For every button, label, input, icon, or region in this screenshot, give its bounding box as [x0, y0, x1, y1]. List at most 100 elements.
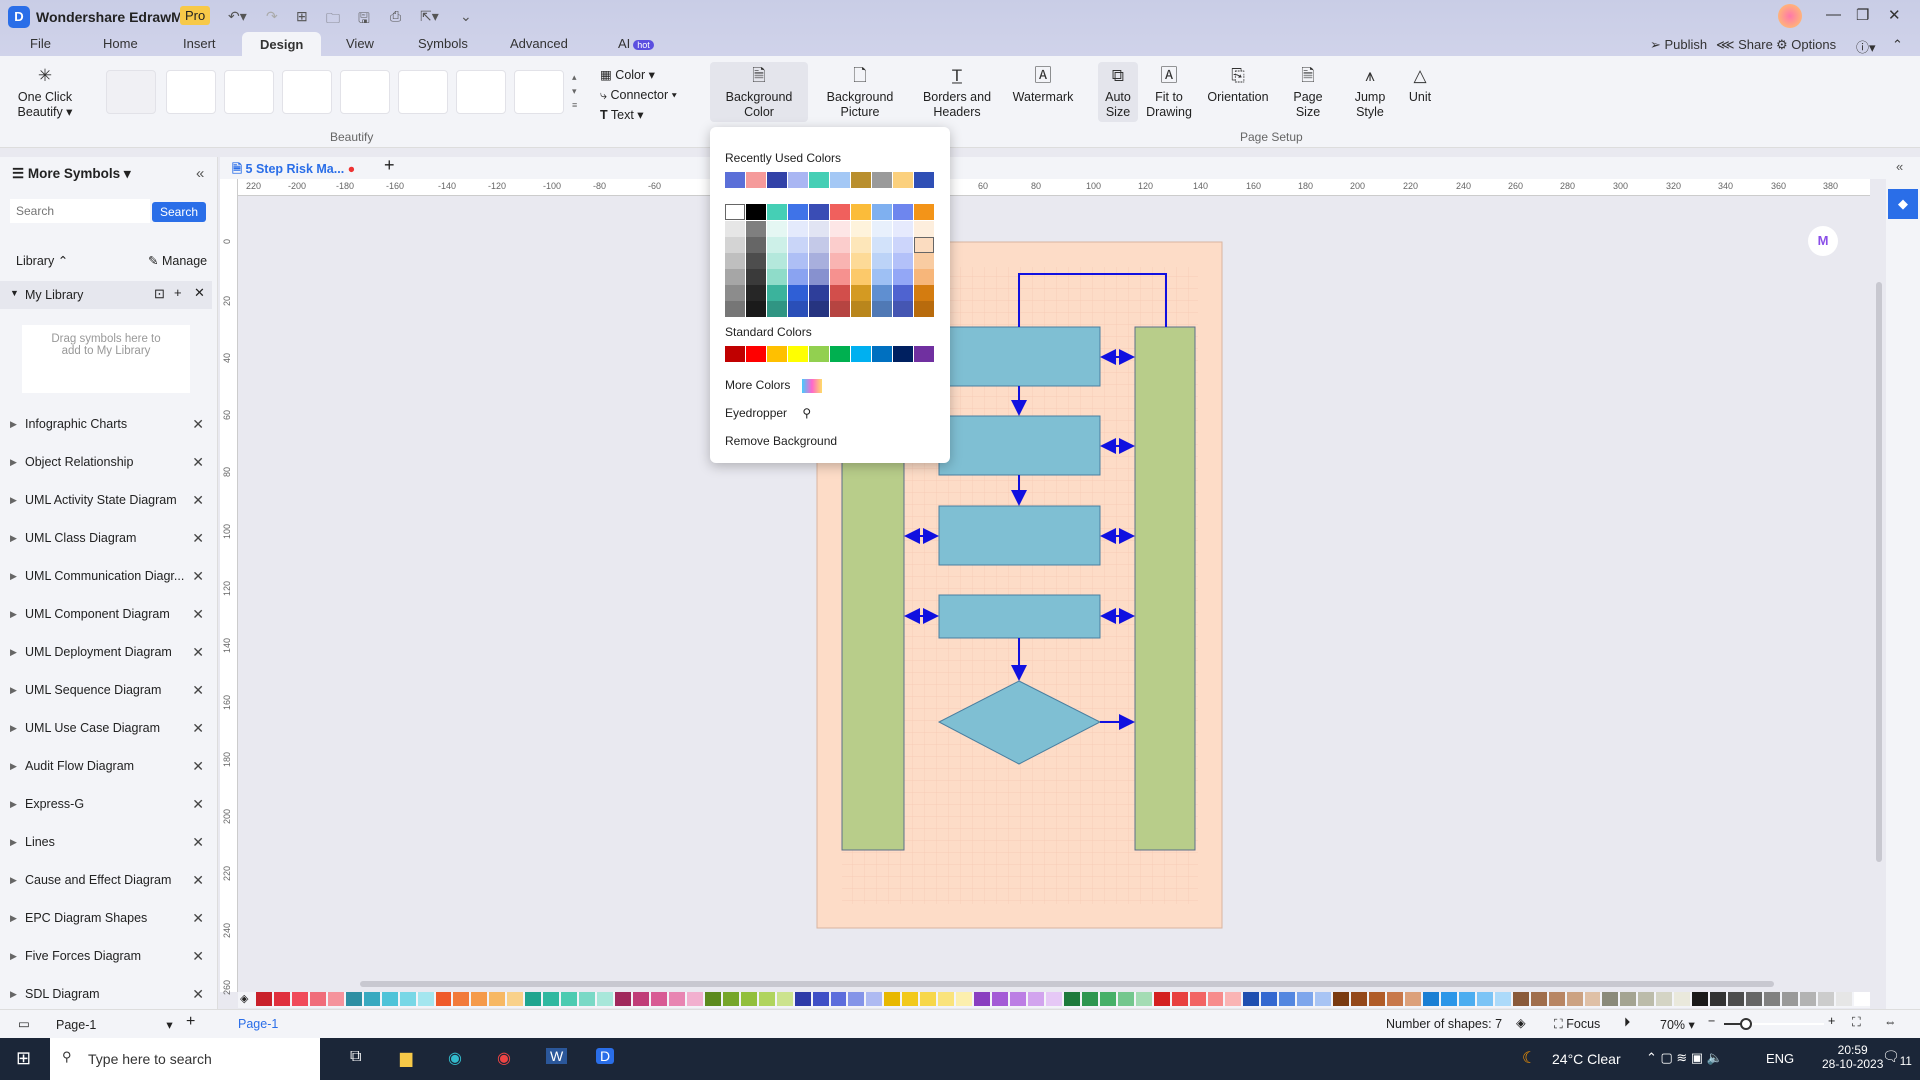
palette-color-swatch[interactable]: [1117, 992, 1134, 1006]
theme-color-swatch[interactable]: [893, 301, 913, 317]
share-button[interactable]: ⋘ Share: [1716, 37, 1773, 53]
library-category[interactable]: ▶ UML Sequence Diagram ✕: [0, 675, 216, 705]
tab-symbols[interactable]: Symbols: [418, 36, 468, 51]
beautify-style-2[interactable]: [166, 70, 216, 114]
palette-color-swatch[interactable]: [507, 992, 524, 1006]
library-category[interactable]: ▶ Audit Flow Diagram ✕: [0, 751, 216, 781]
theme-color-swatch[interactable]: [767, 269, 787, 285]
fill-bucket-icon[interactable]: ◈: [240, 992, 248, 1005]
theme-color-swatch[interactable]: [809, 269, 829, 285]
library-category[interactable]: ▶ Five Forces Diagram ✕: [0, 941, 216, 971]
palette-color-swatch[interactable]: [471, 992, 488, 1006]
open-icon[interactable]: 🗀: [326, 8, 340, 32]
library-category[interactable]: ▶ UML Communication Diagr... ✕: [0, 561, 216, 591]
watermark-button[interactable]: 🄰 Watermark: [1010, 67, 1076, 105]
theme-color-swatch[interactable]: [830, 221, 850, 237]
theme-color-swatch[interactable]: [809, 237, 829, 253]
close-category-icon[interactable]: ✕: [192, 827, 204, 857]
theme-color-swatch[interactable]: [767, 253, 787, 269]
theme-color-swatch[interactable]: [830, 204, 850, 220]
theme-color-swatch[interactable]: [767, 221, 787, 237]
fit-to-drawing-button[interactable]: 🄰 Fit to Drawing: [1144, 67, 1194, 120]
theme-color-swatch[interactable]: [893, 269, 913, 285]
palette-color-swatch[interactable]: [1171, 992, 1188, 1006]
theme-color-swatch[interactable]: [851, 285, 871, 301]
theme-color-swatch[interactable]: [872, 237, 892, 253]
undo-icon[interactable]: ↶▾: [228, 8, 247, 25]
palette-color-swatch[interactable]: [1207, 992, 1224, 1006]
standard-color-swatch[interactable]: [746, 346, 766, 362]
close-category-icon[interactable]: ✕: [192, 561, 204, 591]
theme-color-swatch[interactable]: [914, 253, 934, 269]
theme-color-swatch[interactable]: [725, 204, 745, 220]
file-explorer-icon[interactable]: ▆: [400, 1048, 412, 1068]
close-category-icon[interactable]: ✕: [192, 713, 204, 743]
palette-color-swatch[interactable]: [1782, 992, 1798, 1006]
palette-color-swatch[interactable]: [1853, 992, 1870, 1006]
theme-color-swatch[interactable]: [809, 204, 829, 220]
beautify-style-4[interactable]: [282, 70, 332, 114]
theme-color-swatch[interactable]: [893, 237, 913, 253]
chrome-icon[interactable]: ◉: [497, 1048, 511, 1068]
palette-color-swatch[interactable]: [1728, 992, 1745, 1006]
theme-color-swatch[interactable]: [893, 285, 913, 301]
add-tab-icon[interactable]: +: [384, 155, 395, 176]
theme-color-swatch[interactable]: [746, 237, 766, 253]
palette-color-swatch[interactable]: [615, 992, 632, 1006]
theme-color-swatch[interactable]: [809, 253, 829, 269]
taskbar-search[interactable]: ⚲ Type here to search: [50, 1038, 320, 1080]
close-category-icon[interactable]: ✕: [192, 523, 204, 553]
export-icon[interactable]: ⇱▾: [420, 8, 439, 25]
palette-color-swatch[interactable]: [1764, 992, 1781, 1006]
format-panel-icon[interactable]: ◆: [1888, 189, 1918, 219]
palette-color-swatch[interactable]: [525, 992, 542, 1006]
palette-color-swatch[interactable]: [1153, 992, 1170, 1006]
minimize-icon[interactable]: —: [1826, 6, 1841, 23]
fit-width-icon[interactable]: ⇔: [1884, 1015, 1897, 1029]
theme-color-swatch[interactable]: [872, 204, 892, 220]
recent-color-swatch[interactable]: [788, 172, 808, 188]
right-lane[interactable]: [1134, 326, 1196, 851]
theme-color-swatch[interactable]: [746, 285, 766, 301]
theme-color-swatch[interactable]: [893, 221, 913, 237]
palette-color-swatch[interactable]: [1351, 992, 1368, 1006]
beautify-style-5[interactable]: [340, 70, 390, 114]
theme-color-swatch[interactable]: [809, 301, 829, 317]
theme-color-swatch[interactable]: [830, 237, 850, 253]
palette-color-swatch[interactable]: [1279, 992, 1296, 1006]
close-category-icon[interactable]: ✕: [192, 979, 204, 1009]
recent-color-swatch[interactable]: [830, 172, 850, 188]
theme-color-swatch[interactable]: [851, 269, 871, 285]
palette-color-swatch[interactable]: [1261, 992, 1278, 1006]
library-category[interactable]: ▶ UML Use Case Diagram ✕: [0, 713, 216, 743]
recent-color-swatch[interactable]: [851, 172, 871, 188]
collapse-ribbon-icon[interactable]: ⌃: [1892, 37, 1903, 53]
process-step-4[interactable]: [938, 594, 1101, 639]
windows-start-icon[interactable]: ⊞: [16, 1048, 31, 1069]
restore-icon[interactable]: ❐: [1856, 6, 1869, 24]
beautify-style-1[interactable]: [106, 70, 156, 114]
palette-color-swatch[interactable]: [363, 992, 380, 1006]
palette-color-swatch[interactable]: [830, 992, 847, 1006]
palette-color-swatch[interactable]: [740, 992, 757, 1006]
library-category[interactable]: ▶ Lines ✕: [0, 827, 216, 857]
theme-color-swatch[interactable]: [872, 253, 892, 269]
theme-color-swatch[interactable]: [767, 204, 787, 220]
process-step-2[interactable]: [938, 415, 1101, 476]
more-symbols-title[interactable]: ☰ More Symbols ▾: [12, 166, 131, 182]
palette-color-swatch[interactable]: [1494, 992, 1511, 1006]
theme-color-swatch[interactable]: [725, 253, 745, 269]
my-library-dropzone[interactable]: Drag symbols here to add to My Library: [22, 325, 190, 393]
palette-color-swatch[interactable]: [794, 992, 811, 1006]
library-category[interactable]: ▶ EPC Diagram Shapes ✕: [0, 903, 216, 933]
palette-color-swatch[interactable]: [1674, 992, 1691, 1006]
recent-color-swatch[interactable]: [767, 172, 787, 188]
theme-color-swatch[interactable]: [725, 237, 745, 253]
standard-color-swatch[interactable]: [767, 346, 787, 362]
theme-color-swatch[interactable]: [914, 237, 934, 253]
process-step-3[interactable]: [938, 505, 1101, 566]
standard-color-swatch[interactable]: [851, 346, 871, 362]
process-step-1[interactable]: [938, 326, 1101, 387]
palette-color-swatch[interactable]: [1387, 992, 1403, 1006]
palette-color-swatch[interactable]: [1835, 992, 1852, 1006]
